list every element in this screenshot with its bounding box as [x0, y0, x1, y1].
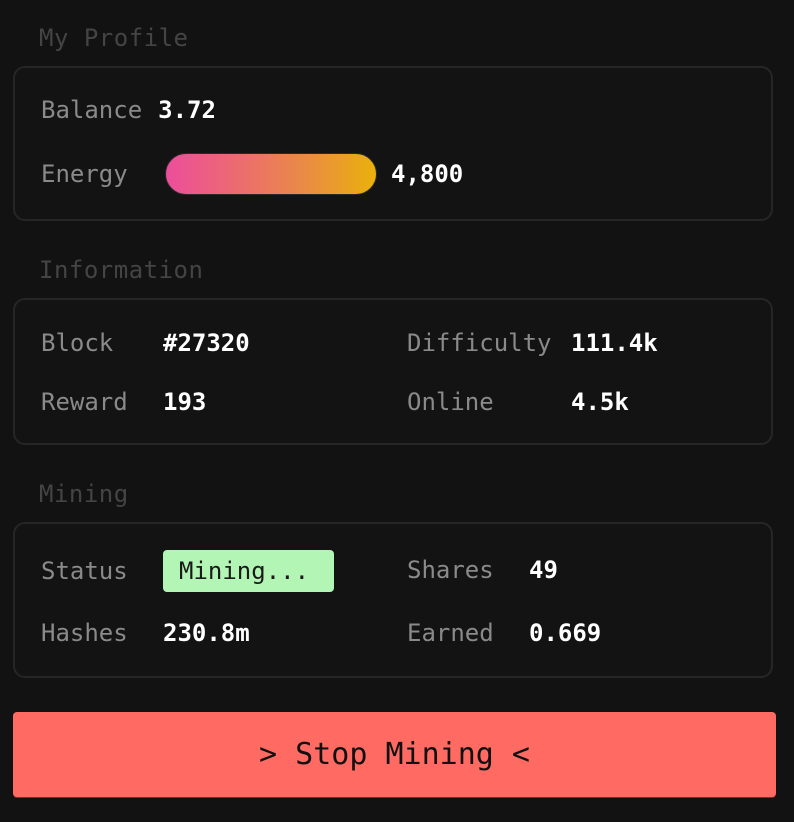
status-badge: Mining... — [163, 550, 334, 592]
block-value: #27320 — [163, 329, 250, 357]
profile-card: Balance 3.72 Energy 4,800 — [13, 66, 773, 221]
online-row: Online 4.5k — [407, 388, 629, 416]
energy-bar — [165, 153, 377, 195]
difficulty-label: Difficulty — [407, 329, 552, 357]
reward-label: Reward — [41, 388, 128, 416]
energy-label: Energy — [41, 160, 128, 188]
online-label: Online — [407, 388, 494, 416]
reward-value: 193 — [163, 388, 207, 416]
energy-value: 4,800 — [391, 160, 464, 188]
information-card: Block #27320 Difficulty 111.4k Reward 19… — [13, 298, 773, 445]
hashes-label: Hashes — [41, 619, 128, 647]
balance-row: Balance 3.72 — [41, 96, 216, 124]
earned-label: Earned — [407, 619, 494, 647]
hashes-row: Hashes 230.8m — [41, 619, 250, 647]
shares-label: Shares — [407, 556, 494, 584]
section-title-information: Information — [39, 256, 204, 284]
difficulty-value: 111.4k — [571, 329, 658, 357]
balance-label: Balance — [41, 96, 143, 124]
shares-row: Shares 49 — [407, 556, 558, 584]
block-row: Block #27320 — [41, 329, 250, 357]
energy-label-row: Energy — [41, 160, 128, 188]
online-value: 4.5k — [571, 388, 629, 416]
energy-value-row: 4,800 — [391, 160, 463, 188]
difficulty-row: Difficulty 111.4k — [407, 329, 658, 357]
section-title-mining: Mining — [39, 480, 129, 508]
earned-value: 0.669 — [529, 619, 602, 647]
hashes-value: 230.8m — [163, 619, 250, 647]
shares-value: 49 — [529, 556, 558, 584]
stop-mining-button[interactable]: > Stop Mining < — [13, 712, 776, 797]
section-title-profile: My Profile — [39, 24, 189, 52]
balance-value: 3.72 — [158, 96, 216, 124]
status-row: Status Mining... — [41, 550, 334, 592]
reward-row: Reward 193 — [41, 388, 206, 416]
earned-row: Earned 0.669 — [407, 619, 601, 647]
status-label: Status — [41, 557, 128, 585]
mining-card: Status Mining... Shares 49 Hashes 230.8m… — [13, 522, 773, 678]
block-label: Block — [41, 329, 114, 357]
